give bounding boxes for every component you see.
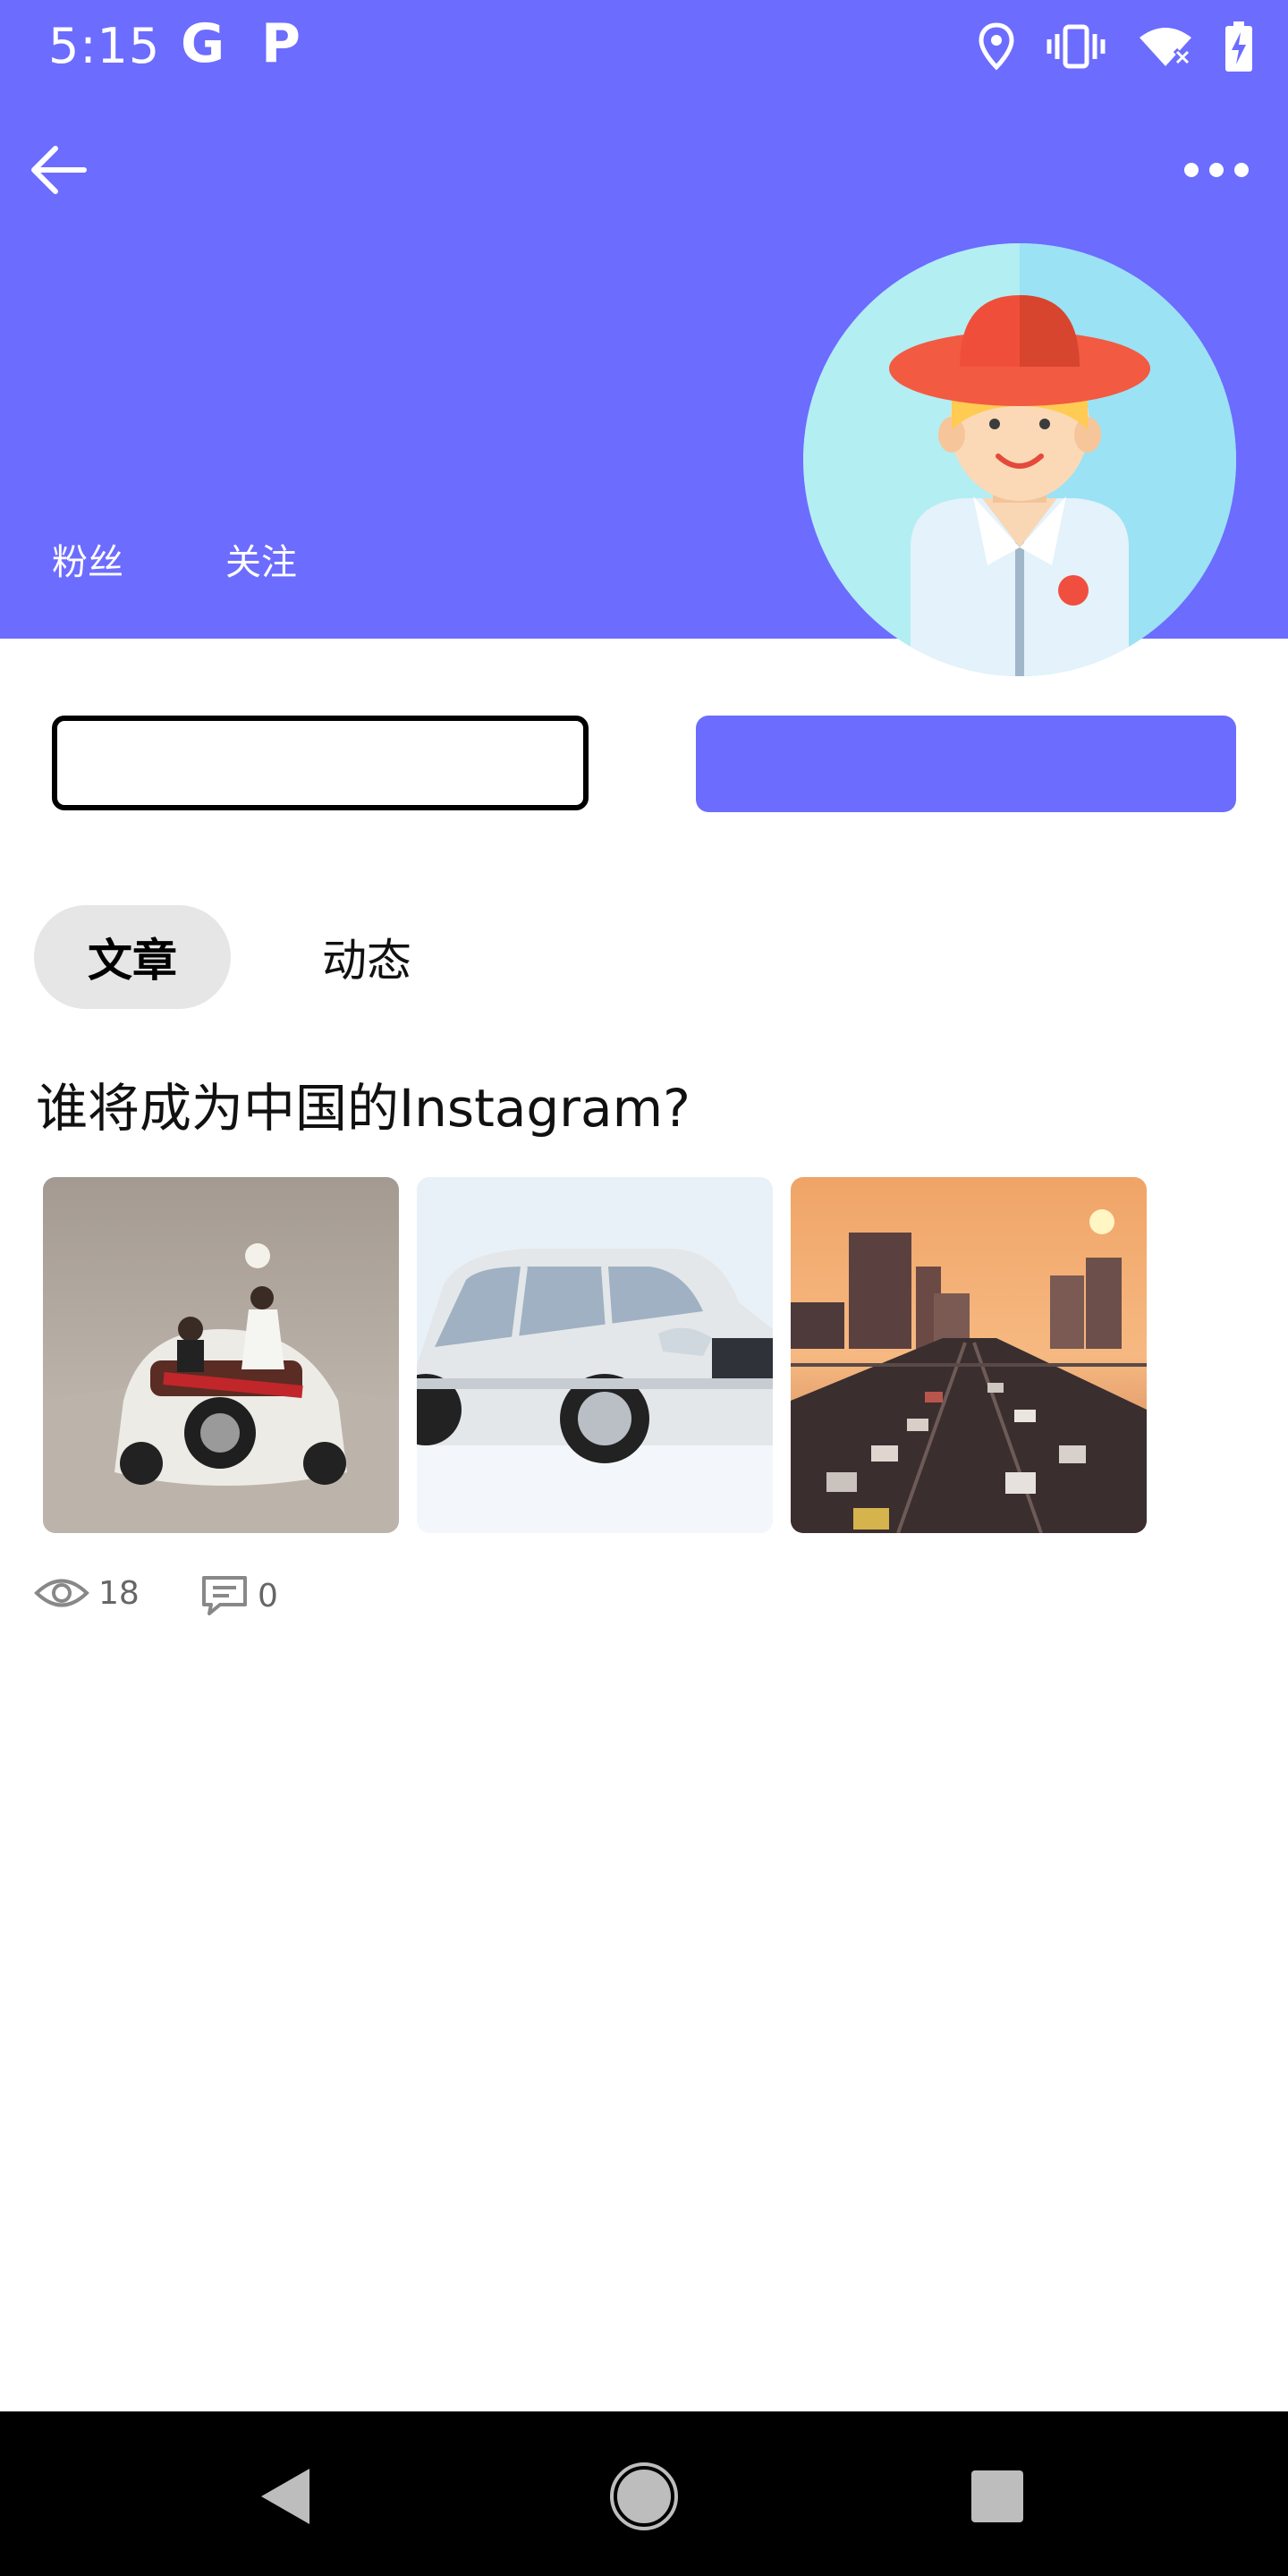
status-time: 5:15 bbox=[48, 18, 161, 74]
nav-recent-button[interactable] bbox=[957, 2456, 1038, 2537]
article-title[interactable]: 谁将成为中国的Instagram? bbox=[36, 1066, 691, 1141]
fans-label[interactable]: 粉丝 bbox=[52, 533, 123, 585]
arrow-left-icon bbox=[31, 146, 87, 194]
triangle-back-icon bbox=[261, 2469, 309, 2524]
city-traffic-sunset-photo[interactable] bbox=[791, 1177, 1147, 1533]
eye-icon bbox=[34, 1579, 89, 1607]
white-suv-photo[interactable] bbox=[417, 1177, 773, 1533]
message-button[interactable] bbox=[696, 716, 1236, 812]
google-app-icon: G bbox=[181, 13, 225, 75]
tab-articles[interactable]: 文章 bbox=[34, 905, 231, 1009]
nav-back-button[interactable] bbox=[247, 2456, 327, 2537]
comment-icon bbox=[202, 1576, 247, 1615]
square-recent-icon bbox=[971, 2470, 1023, 2522]
views-value: 18 bbox=[98, 1574, 140, 1612]
back-button[interactable] bbox=[27, 134, 98, 206]
following-label[interactable]: 关注 bbox=[225, 533, 297, 585]
tab-moments[interactable]: 动态 bbox=[268, 905, 465, 1009]
more-horizontal-icon bbox=[1184, 163, 1249, 177]
location-icon bbox=[979, 22, 1014, 71]
wifi-icon bbox=[1140, 28, 1192, 67]
nav-home-button[interactable] bbox=[604, 2456, 684, 2537]
views-count: 18 bbox=[34, 1574, 140, 1612]
battery-icon bbox=[1225, 21, 1252, 72]
follow-button[interactable] bbox=[52, 716, 589, 810]
more-options-button[interactable] bbox=[1172, 134, 1261, 206]
circle-home-icon bbox=[610, 2462, 678, 2530]
comments-value: 0 bbox=[258, 1577, 278, 1614]
comments-count[interactable]: 0 bbox=[200, 1574, 278, 1617]
wedding-car-photo[interactable] bbox=[43, 1177, 399, 1533]
avatar[interactable] bbox=[803, 243, 1236, 676]
status-icons bbox=[979, 21, 1252, 72]
vibrate-icon bbox=[1046, 24, 1106, 69]
p-app-icon: P bbox=[261, 13, 301, 75]
